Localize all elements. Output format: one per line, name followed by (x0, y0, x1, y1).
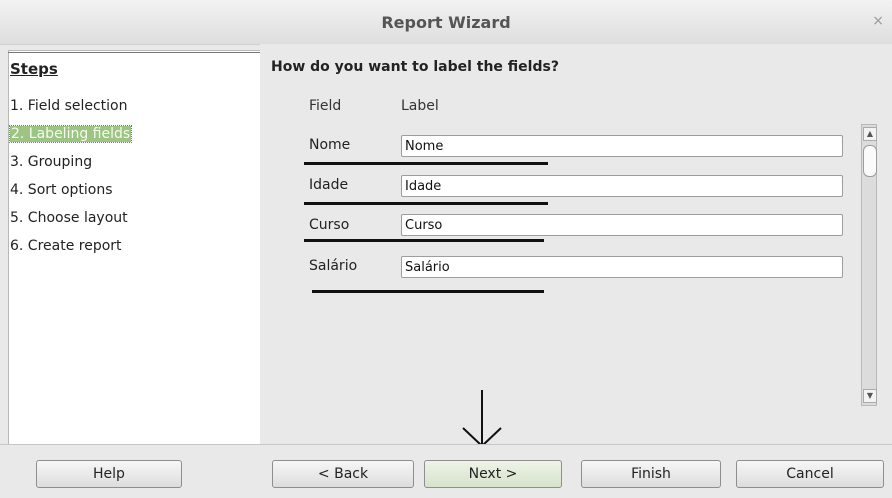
page-question: How do you want to label the fields? (271, 59, 559, 75)
step-sort-options[interactable]: 4. Sort options (10, 182, 113, 198)
back-button[interactable]: < Back (272, 460, 414, 488)
close-icon[interactable]: × (872, 13, 884, 29)
scroll-up-icon[interactable]: ▲ (863, 127, 877, 141)
label-column-header: Label (401, 98, 439, 114)
field-name-curso: Curso (309, 217, 350, 233)
annotation-underline (304, 239, 544, 242)
label-input-salario[interactable] (401, 256, 843, 278)
help-button[interactable]: Help (36, 460, 182, 488)
field-name-salario: Salário (309, 258, 358, 274)
next-button[interactable]: Next > (424, 460, 562, 488)
field-name-nome: Nome (309, 137, 351, 153)
field-name-idade: Idade (309, 177, 349, 193)
steps-heading: Steps (10, 60, 58, 78)
label-input-idade[interactable] (401, 175, 843, 197)
annotation-underline (304, 162, 548, 165)
scroll-down-icon[interactable]: ▼ (863, 389, 877, 403)
label-input-nome[interactable] (401, 135, 843, 157)
step-labeling-fields[interactable]: 2. Labeling fields (8, 125, 133, 143)
label-input-curso[interactable] (401, 214, 843, 236)
field-column-header: Field (309, 98, 342, 114)
steps-divider (8, 52, 260, 53)
down-arrow-annotation-icon (462, 390, 502, 448)
scrollbar-thumb[interactable] (863, 145, 877, 177)
cancel-button[interactable]: Cancel (736, 460, 884, 488)
step-field-selection[interactable]: 1. Field selection (10, 98, 128, 114)
finish-button[interactable]: Finish (581, 460, 721, 488)
title-bar: Report Wizard × (0, 0, 892, 45)
vertical-scrollbar[interactable]: ▲ ▼ (861, 124, 877, 406)
step-create-report[interactable]: 6. Create report (10, 238, 122, 254)
main-content (260, 44, 892, 444)
window-title: Report Wizard (381, 13, 511, 32)
step-grouping[interactable]: 3. Grouping (10, 154, 92, 170)
annotation-underline (312, 290, 544, 293)
annotation-underline (304, 202, 548, 205)
step-choose-layout[interactable]: 5. Choose layout (10, 210, 128, 226)
